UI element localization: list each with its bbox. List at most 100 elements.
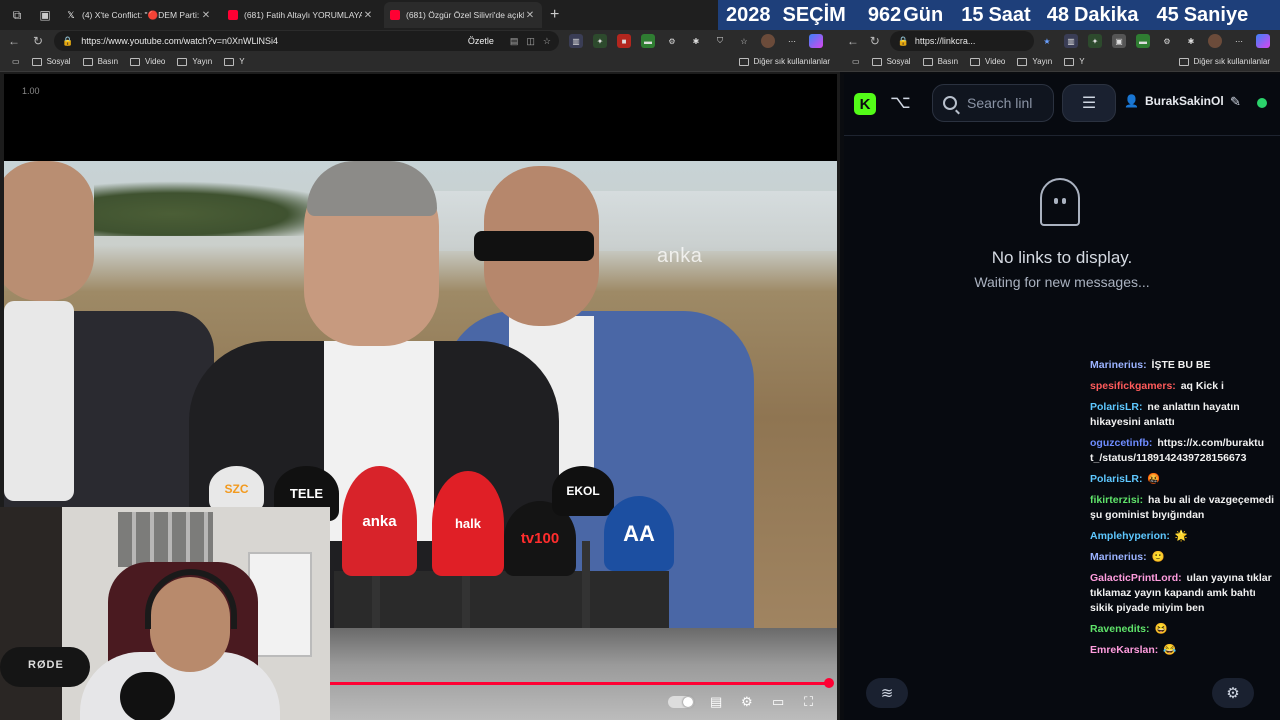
tab-title: (681) Fatih Altaylı YORUMLAYAMI [244,10,362,20]
more-menu-icon[interactable]: ⋯ [785,34,799,48]
other-bookmarks[interactable]: Diğer sık kullanılanlar [738,57,830,66]
extension-icon[interactable]: ✦ [1088,34,1102,48]
other-bookmarks[interactable]: Diğer sık kullanılanlar [1178,57,1270,66]
kick-logo-icon[interactable]: K [854,93,876,115]
folder-icon [224,57,235,66]
chat-username[interactable]: oguzcetinfb: [1090,437,1152,449]
extension-icon[interactable]: ▥ [569,34,583,48]
left-browser-window: ⧉ ▣ 𝕏 (4) X'te Conflict: "🔴DEM Parti: 'I… [0,0,840,720]
close-tab-icon[interactable]: ✕ [200,10,212,21]
bookmark-folder[interactable]: Yayın [1017,57,1052,66]
bookmark-folder[interactable]: Basın [922,57,958,66]
chat-username[interactable]: PolarisLR: [1090,401,1143,413]
chat-username[interactable]: fikirterzisi: [1090,494,1143,506]
settings-gear-icon[interactable]: ⚙ [1212,678,1254,708]
extension-icon[interactable]: ▥ [1064,34,1078,48]
extensions-puzzle-icon[interactable]: ✱ [689,34,703,48]
close-tab-icon[interactable]: ✕ [362,10,374,21]
filter-settings-button[interactable]: ☰ [1062,84,1116,122]
mic-ekol: EKOL [552,466,614,516]
shield-icon[interactable]: ⛉ [713,34,727,48]
chat-username[interactable]: spesifickgamers: [1090,380,1176,392]
chat-username[interactable]: Amplehyperion: [1090,530,1170,542]
subtitles-icon[interactable]: ▤ [710,694,722,710]
chat-username[interactable]: GalacticPrintLord: [1090,572,1182,584]
tab-actions-icon[interactable]: ▣ [34,4,56,26]
refresh-icon[interactable]: ↻ [866,31,884,51]
theater-mode-icon[interactable]: ▭ [772,694,784,710]
edit-pencil-icon[interactable]: ✎ [1230,94,1241,110]
favorite-star-icon[interactable]: ★ [1040,34,1054,48]
folder-icon [922,57,933,66]
youtube-icon [390,10,400,20]
wall-photos [118,512,213,567]
bookmark-folder[interactable]: Video [970,57,1005,66]
extensions-row: ★ ▥ ✦ ▣ ▬ ⚙ ✱ ⋯ [1040,34,1280,48]
countdown-event: SEÇİM [782,3,846,26]
extension-icon[interactable]: ⚙ [1160,34,1174,48]
panel-footer: ≋ ⚙ [844,670,1280,720]
right-browser-window: ← ↻ 🔒 https://linkcra... ★ ▥ ✦ ▣ ▬ ⚙ ✱ ⋯… [718,0,1280,720]
bookmark-label: Basın [97,57,119,66]
back-icon[interactable]: ← [844,31,862,51]
back-icon[interactable]: ← [4,31,24,51]
chat-text: 😆 [1151,623,1168,635]
progress-scrubber[interactable] [824,678,834,688]
more-menu-icon[interactable]: ⋯ [1232,34,1246,48]
split-icon[interactable]: ◫ [526,36,535,47]
chat-message: Marinerius: İŞTE BU BE [1090,358,1276,373]
search-input[interactable]: Search linl [932,84,1054,122]
tab-youtube-2[interactable]: (681) Özgür Özel Silivri'de açıklam ✕ [384,2,542,28]
bookmark-folder[interactable]: Basın [82,57,119,66]
bookmarks-bar-icon[interactable]: ▭ [852,57,860,66]
chat-text: İŞTE BU BE [1148,359,1211,371]
bookmarks-bar-icon[interactable]: ▭ [12,57,20,66]
favorite-star-icon[interactable]: ☆ [543,36,551,47]
chat-username[interactable]: Marinerius: [1090,359,1147,371]
favorites-icon[interactable]: ☆ [737,34,751,48]
extension-icon[interactable]: ▬ [641,34,655,48]
workspaces-icon[interactable]: ⧉ [6,4,28,26]
folder-icon [970,57,981,66]
chat-username[interactable]: Marinerius: [1090,551,1147,563]
refresh-icon[interactable]: ↻ [28,31,48,51]
url-field[interactable]: 🔒 https://www.youtube.com/watch?v=n0XnWL… [54,31,559,51]
reader-icon[interactable]: ▤ [510,36,519,47]
avatar[interactable] [761,34,775,48]
extension-icon[interactable]: ✦ [593,34,607,48]
mic-brand: RØDE [28,659,64,671]
layers-icon[interactable]: ≋ [866,678,908,708]
extension-icon[interactable]: ▬ [1136,34,1150,48]
chat-username[interactable]: PolarisLR: [1090,473,1143,485]
tab-x[interactable]: 𝕏 (4) X'te Conflict: "🔴DEM Parti: 'I ✕ [60,2,218,28]
copilot-icon[interactable] [809,34,823,48]
extension-icon[interactable]: ⚙ [665,34,679,48]
bookmark-label: Sosyal [886,57,911,66]
github-icon[interactable]: ⌥ [890,92,911,113]
url-field[interactable]: 🔒 https://linkcra... [889,31,1034,51]
extension-icon[interactable]: ▣ [1112,34,1126,48]
autoplay-toggle[interactable] [668,696,694,708]
chat-username[interactable]: EmreKarslan: [1090,644,1158,656]
bookmark-folder[interactable]: Sosyal [871,57,911,66]
new-tab-icon[interactable]: + [550,6,559,24]
settings-gear-icon[interactable]: ⚙ [741,694,753,710]
close-tab-icon[interactable]: ✕ [524,10,536,21]
hair [307,161,437,216]
bookmark-folder[interactable]: Sosyal [31,57,71,66]
fullscreen-icon[interactable]: ⛶ [804,694,813,710]
bookmark-folder[interactable]: Y [1064,57,1085,66]
chat-message: oguzcetinfb: https://x.com/buraktu t_/st… [1090,436,1276,466]
bookmark-folder[interactable]: Yayın [177,57,212,66]
user-account[interactable]: 👤 BurakSakinOl [1124,94,1224,108]
tab-youtube-1[interactable]: (681) Fatih Altaylı YORUMLAYAMI ✕ [222,2,380,28]
extensions-puzzle-icon[interactable]: ✱ [1184,34,1198,48]
avatar[interactable] [1208,34,1222,48]
bookmark-folder[interactable]: Video [130,57,165,66]
summarize-button[interactable]: Özetle [468,36,494,46]
copilot-icon[interactable] [1256,34,1270,48]
podium [334,571,669,628]
chat-username[interactable]: Ravenedits: [1090,623,1150,635]
bookmark-folder[interactable]: Y [224,57,245,66]
extension-icon[interactable]: ■ [617,34,631,48]
